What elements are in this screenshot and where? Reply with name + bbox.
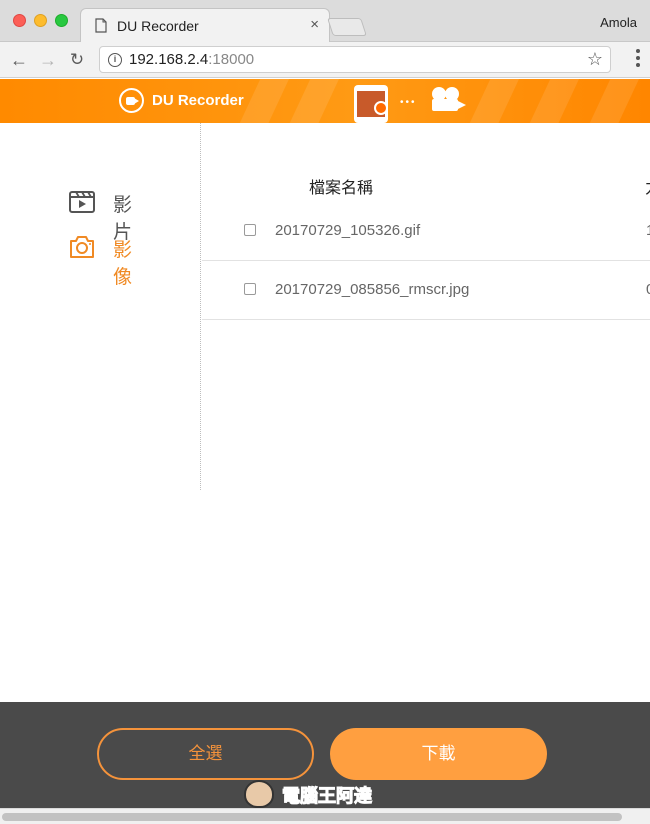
category-sidebar: 影片 影像 [0,123,201,490]
profile-name[interactable]: Amola [600,15,637,30]
file-extra: 1 [646,222,650,239]
column-header-size[interactable]: 力 [645,174,650,198]
action-footer: 全選 下載 電腦王阿達 [0,702,650,808]
close-window-button[interactable] [13,14,26,27]
video-clip-icon [69,191,95,213]
file-name: 20170729_085856_rmscr.jpg [275,281,470,298]
column-header-filename[interactable]: 檔案名稱 [309,174,373,198]
mascot-face-icon [244,780,274,808]
zoom-window-button[interactable] [55,14,68,27]
banner-logo-text: DU Recorder [152,92,244,109]
projector-illustration-icon [428,87,468,117]
file-extra: 0 [646,281,650,298]
row-checkbox[interactable] [244,283,256,295]
url-port: :18000 [208,51,255,68]
dots-decoration: ••• [400,97,417,108]
horizontal-scrollbar[interactable] [0,808,650,824]
du-recorder-logo-icon [119,88,144,113]
scrollbar-thumb[interactable] [2,813,622,821]
table-row[interactable]: 20170729_105326.gif 1 [202,202,650,261]
select-all-button[interactable]: 全選 [97,728,314,780]
forward-arrow-icon[interactable]: → [37,49,59,71]
row-checkbox[interactable] [244,224,256,236]
browser-tab[interactable]: DU Recorder × [80,8,330,42]
new-tab-button[interactable] [327,18,367,36]
url-host: 192.168.2.4 [129,51,209,68]
browser-menu-icon[interactable] [636,49,640,69]
browser-toolbar: ← → ↻ i 192.168.2.4:18000 ☆ [0,42,650,78]
window-titlebar: DU Recorder × Amola [0,0,650,42]
back-arrow-icon[interactable]: ← [8,49,30,71]
watermark-text: 電腦王阿達 [282,786,373,807]
sidebar-item-label: 影像 [113,240,133,288]
phone-illustration-icon [354,85,388,123]
bookmark-star-icon[interactable]: ☆ [587,49,603,70]
download-button[interactable]: 下載 [330,728,547,780]
minimize-window-button[interactable] [34,14,47,27]
camera-icon [70,236,94,258]
tab-title: DU Recorder [117,18,199,34]
document-icon [95,18,107,33]
address-bar[interactable]: i 192.168.2.4:18000 ☆ [99,46,611,73]
info-icon[interactable]: i [108,53,122,67]
watermark: 電腦王阿達 [238,780,418,808]
url-text: 192.168.2.4:18000 [129,51,254,68]
tab-close-icon[interactable]: × [310,16,319,33]
file-name: 20170729_105326.gif [275,222,421,239]
app-banner: DU Recorder ••• [0,79,650,123]
table-row[interactable]: 20170729_085856_rmscr.jpg 0 [202,261,650,320]
reload-icon[interactable]: ↻ [66,49,88,71]
